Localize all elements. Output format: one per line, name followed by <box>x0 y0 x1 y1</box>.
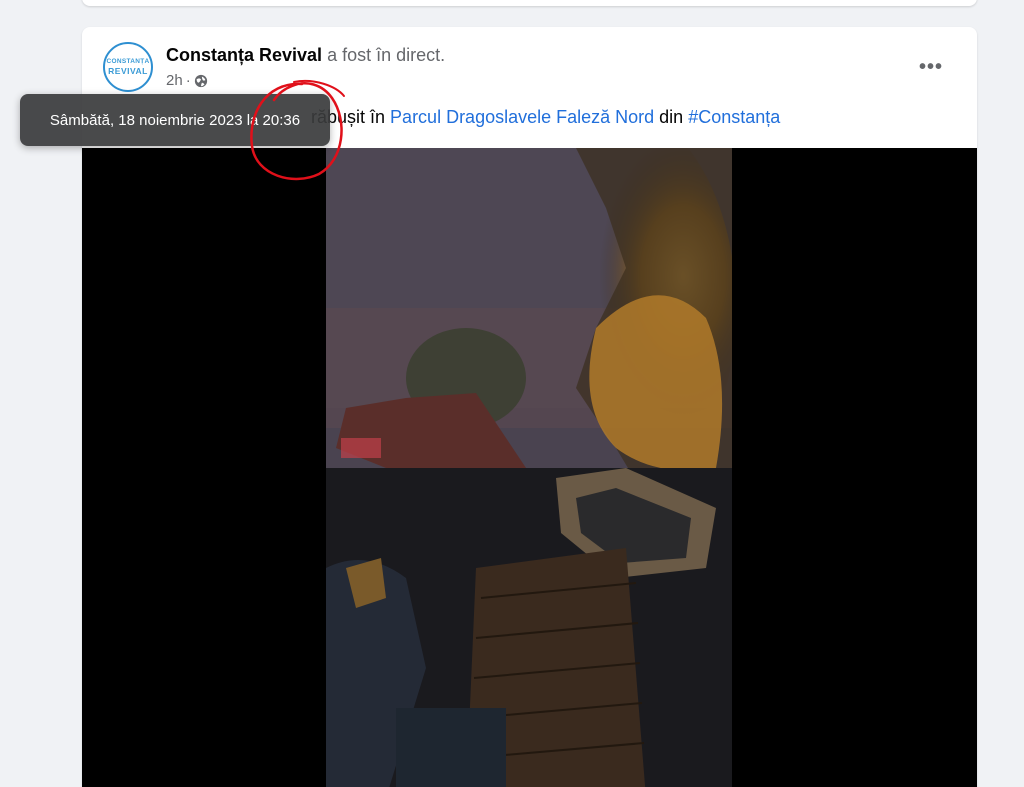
avatar-text-top: CONSTANȚA <box>106 58 150 65</box>
video-frame <box>326 148 732 787</box>
timestamp-tooltip: Sâmbătă, 18 noiembrie 2023 la 20:36 <box>20 94 330 146</box>
author-line: Constanța Revival a fost în direct. <box>166 45 445 66</box>
video-scene <box>326 148 732 787</box>
avatar-text-bottom: REVIVAL <box>108 66 148 76</box>
meta-separator: · <box>185 72 191 89</box>
globe-icon[interactable] <box>194 74 208 88</box>
post-text-mid: din <box>654 107 689 127</box>
author-status: a fost în direct. <box>327 45 446 65</box>
hashtag-link[interactable]: #Constanța <box>688 107 780 127</box>
author-name[interactable]: Constanța Revival <box>166 45 322 65</box>
live-video-player[interactable] <box>82 148 977 787</box>
post-timestamp[interactable]: 2h <box>166 72 183 89</box>
previous-post-card <box>82 0 977 6</box>
post-meta: 2h · <box>166 72 208 89</box>
place-link[interactable]: Parcul Dragoslavele Faleză Nord <box>390 107 654 127</box>
more-options-icon[interactable]: ••• <box>913 53 949 81</box>
page-avatar[interactable]: CONSTANȚA REVIVAL <box>103 42 153 92</box>
